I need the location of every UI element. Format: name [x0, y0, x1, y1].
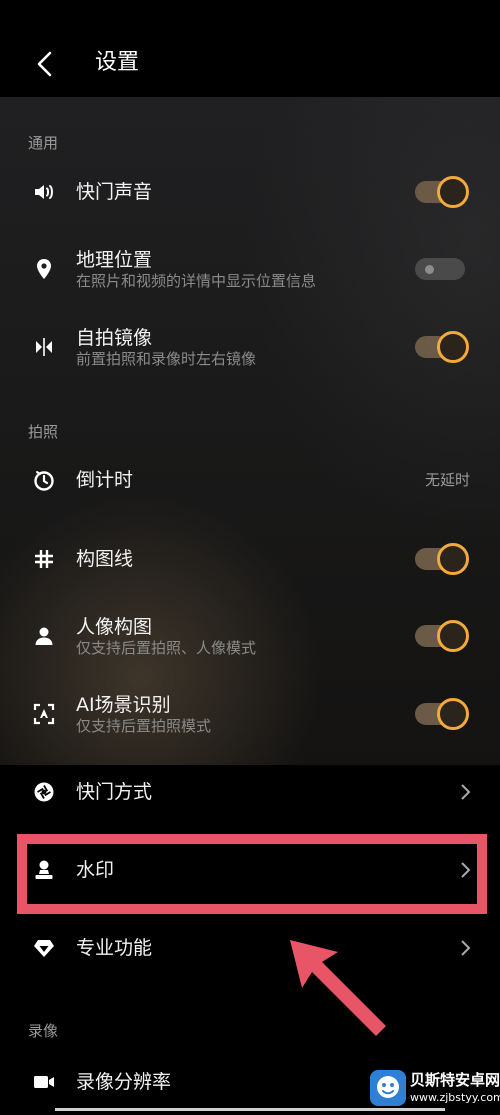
top-bar: 设置: [0, 0, 500, 97]
setting-title: 构图线: [76, 548, 134, 570]
setting-title: 快门方式: [76, 781, 153, 803]
ai-scene-icon: [32, 702, 56, 726]
back-arrow-icon: [37, 51, 52, 77]
portrait-composition-toggle[interactable]: [413, 619, 469, 653]
setting-title: 倒计时: [76, 469, 134, 491]
page-title: 设置: [95, 50, 140, 75]
setting-row-shutter-mode[interactable]: 快门方式: [0, 770, 500, 814]
setting-row-grid[interactable]: 构图线: [0, 537, 500, 581]
setting-title: 专业功能: [76, 937, 153, 959]
section-title-photo: 拍照: [28, 423, 59, 441]
diamond-icon: [32, 936, 56, 960]
section-title-video: 录像: [28, 1022, 59, 1040]
setting-row-location[interactable]: 地理位置 在照片和视频的详情中显示位置信息: [0, 245, 500, 295]
chevron-right-icon: [458, 782, 472, 802]
setting-title: 快门声音: [76, 181, 153, 203]
setting-subtitle: 仅支持后置拍照、人像模式: [76, 639, 257, 657]
chevron-right-icon: [458, 938, 472, 958]
site-url: www.zjbstyy.com: [410, 1091, 500, 1104]
timer-icon: [32, 468, 56, 492]
grid-toggle[interactable]: [413, 542, 469, 576]
setting-row-shutter-sound[interactable]: 快门声音: [0, 170, 500, 214]
site-logo-icon: [370, 1070, 406, 1106]
person-icon: [32, 624, 56, 648]
setting-row-ai-scene[interactable]: AI场景识别 仅支持后置拍照模式: [0, 690, 500, 740]
setting-row-selfie-mirror[interactable]: 自拍镜像 前置拍照和录像时左右镜像: [0, 323, 500, 373]
setting-row-pro-features[interactable]: 专业功能: [0, 926, 500, 970]
speaker-icon: [32, 180, 56, 204]
setting-row-portrait-composition[interactable]: 人像构图 仅支持后置拍照、人像模式: [0, 612, 500, 662]
section-title-general: 通用: [28, 134, 59, 152]
setting-title: 自拍镜像: [76, 327, 153, 349]
highlight-box: [17, 834, 487, 914]
back-button[interactable]: [30, 44, 60, 84]
location-toggle[interactable]: [413, 252, 468, 286]
timer-value: 无延时: [424, 471, 470, 489]
setting-subtitle: 仅支持后置拍照模式: [76, 717, 212, 735]
setting-subtitle: 在照片和视频的详情中显示位置信息: [76, 272, 317, 290]
mirror-icon: [32, 335, 56, 359]
setting-title: AI场景识别: [76, 694, 171, 716]
grid-icon: [32, 547, 56, 571]
setting-title: 录像分辨率: [76, 1071, 172, 1093]
pointer-arrow-icon: [290, 940, 386, 1036]
shutter-sound-toggle[interactable]: [413, 175, 469, 209]
setting-subtitle: 前置拍照和录像时左右镜像: [76, 350, 257, 368]
video-camera-icon: [32, 1070, 56, 1094]
site-watermark: 贝斯特安卓网 www.zjbstyy.com: [370, 1066, 500, 1112]
aperture-icon: [32, 780, 56, 804]
setting-title: 人像构图: [76, 616, 153, 638]
ai-scene-toggle[interactable]: [413, 697, 469, 731]
location-pin-icon: [32, 257, 56, 281]
setting-row-timer[interactable]: 倒计时 无延时: [0, 458, 500, 502]
selfie-mirror-toggle[interactable]: [413, 330, 469, 364]
site-name: 贝斯特安卓网: [410, 1071, 500, 1089]
setting-title: 地理位置: [76, 249, 153, 271]
